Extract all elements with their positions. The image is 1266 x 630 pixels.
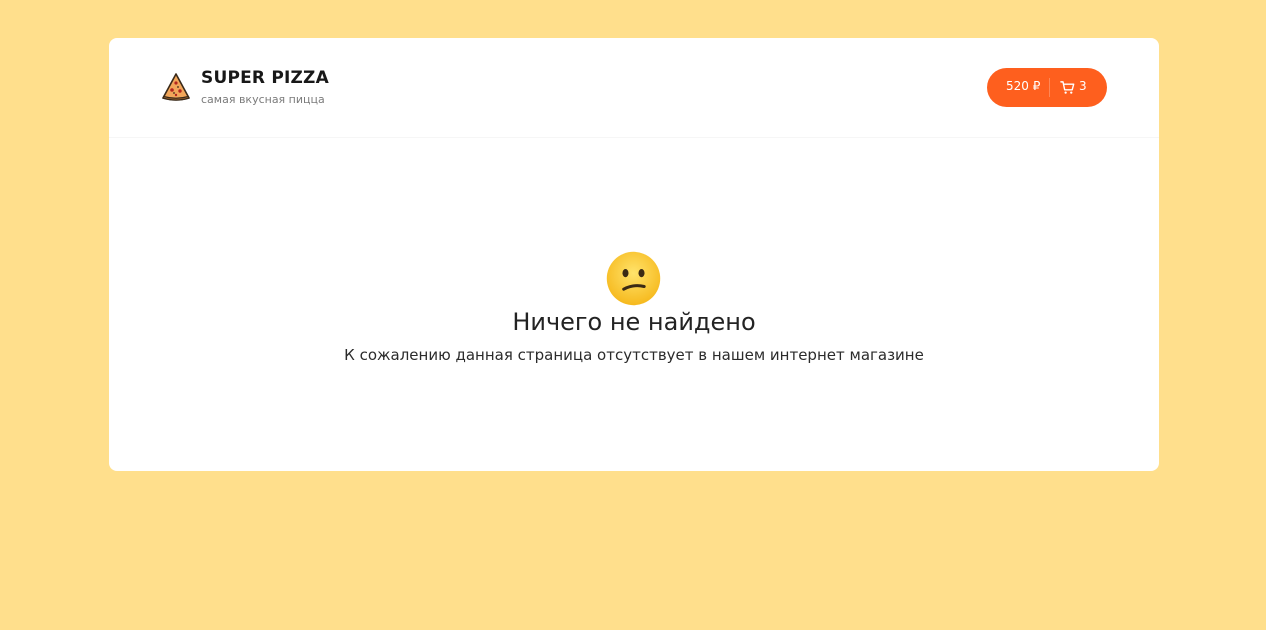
cart-item-count: 3 xyxy=(1079,79,1087,93)
empty-description: К сожалению данная страница отсутствует … xyxy=(344,346,924,364)
cart-total-price: 520 ₽ xyxy=(1006,79,1041,93)
cart-icon xyxy=(1060,81,1075,94)
logo-subtitle: самая вкусная пицца xyxy=(201,93,325,106)
pizza-slice-icon[interactable] xyxy=(160,71,192,103)
cart-divider xyxy=(1049,78,1050,97)
confused-face-icon xyxy=(606,251,661,306)
empty-state: Ничего не найдено К сожалению данная стр… xyxy=(109,138,1159,471)
header: SUPER PIZZA самая вкусная пицца 520 ₽ 3 xyxy=(109,38,1159,138)
logo-title[interactable]: SUPER PIZZA xyxy=(201,68,329,88)
main-card: SUPER PIZZA самая вкусная пицца 520 ₽ 3 xyxy=(109,38,1159,471)
cart-button[interactable]: 520 ₽ 3 xyxy=(987,68,1107,107)
empty-title: Ничего не найдено xyxy=(512,308,756,336)
